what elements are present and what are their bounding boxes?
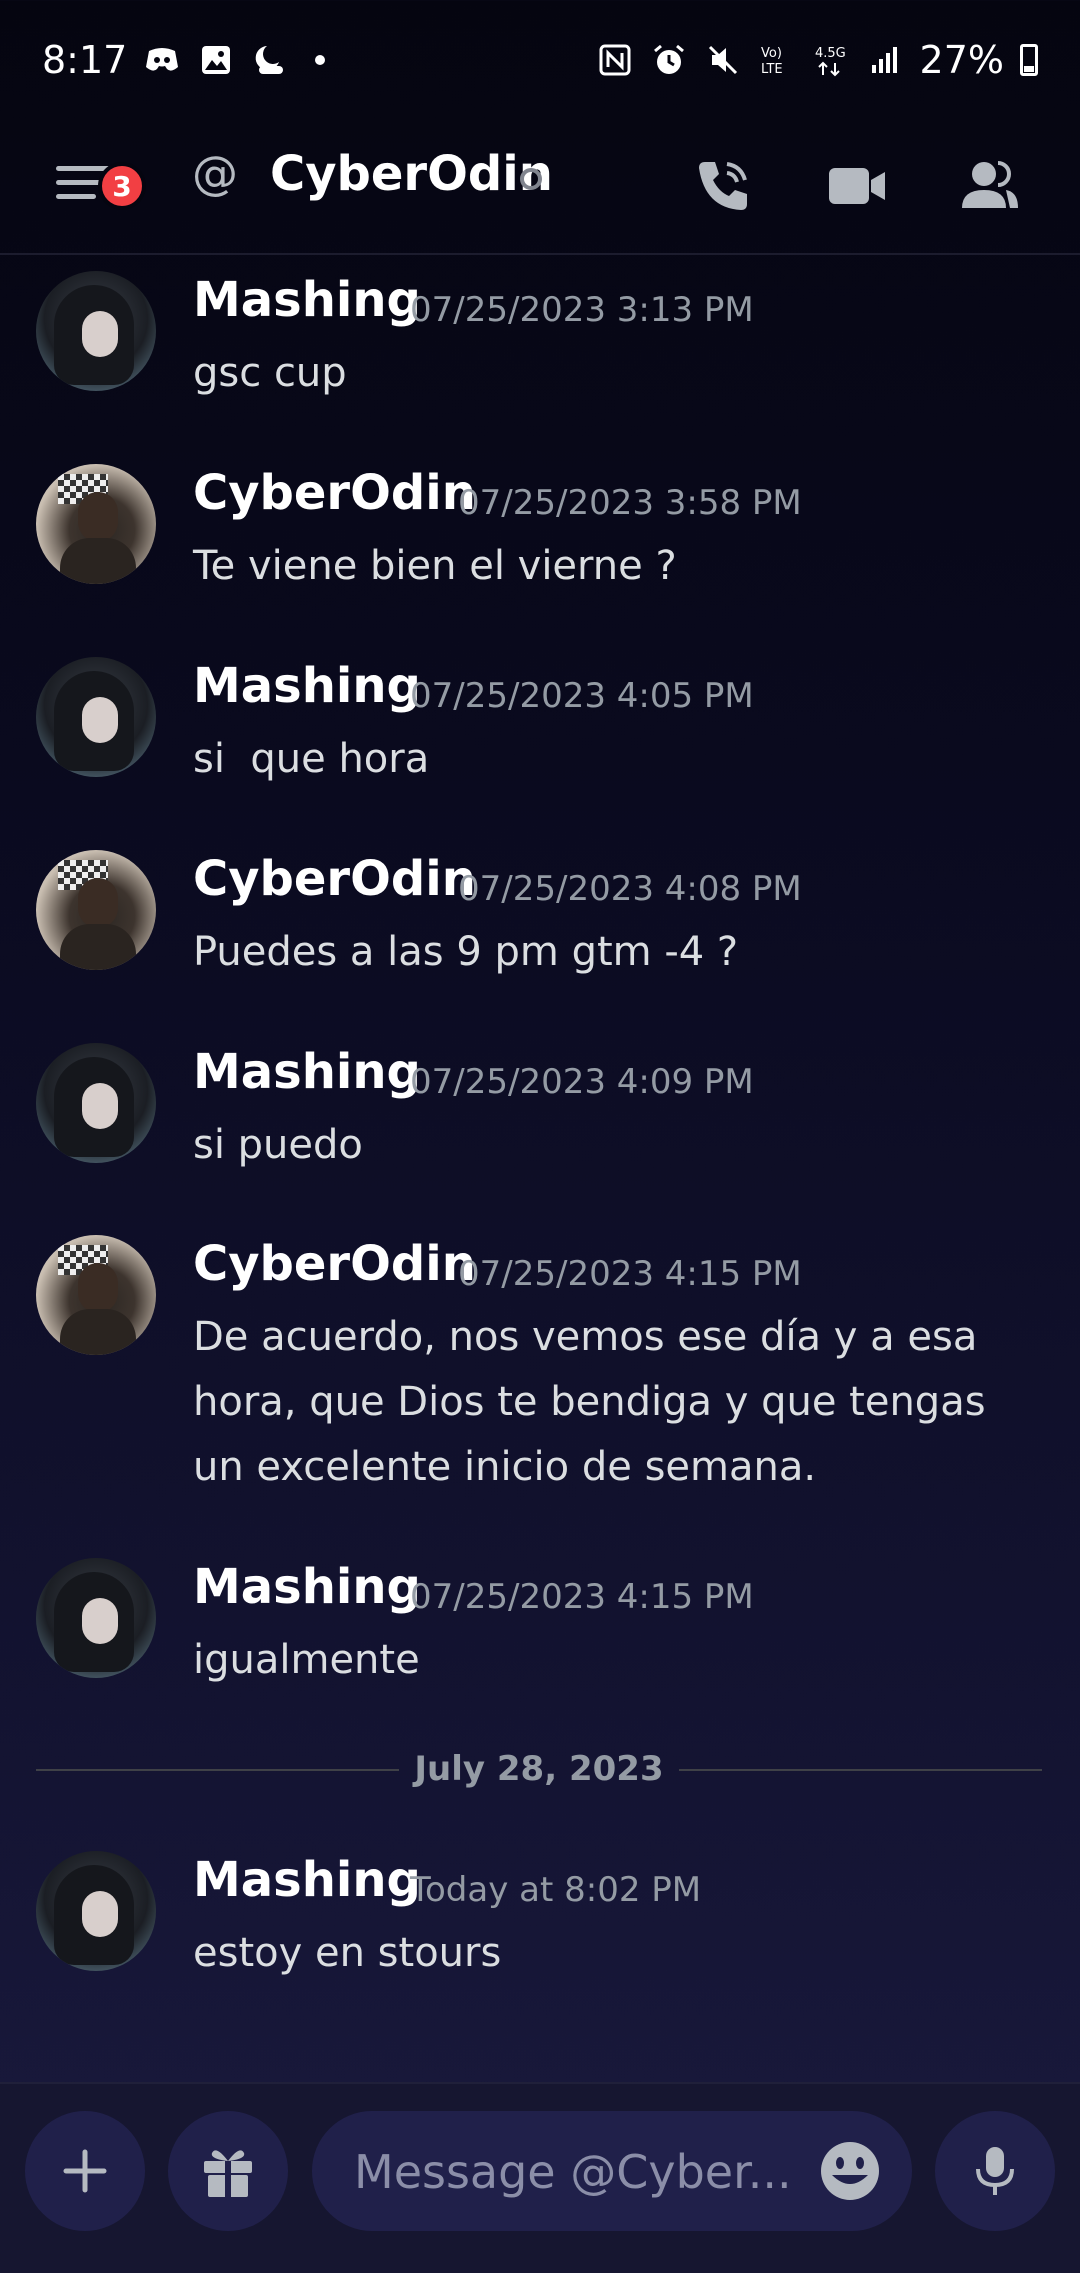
message-content: Te viene bien el vierne ?: [193, 543, 677, 589]
at-icon: @: [192, 146, 238, 200]
message-timestamp: 07/25/2023 4:05 PM: [410, 676, 754, 716]
message-author[interactable]: CyberOdin: [193, 851, 476, 907]
discord-notification-icon: [143, 41, 181, 79]
gift-icon: [204, 2150, 252, 2197]
message-author[interactable]: Mashing: [193, 1559, 421, 1615]
emoji-button[interactable]: [818, 2139, 882, 2203]
voice-call-button[interactable]: [683, 146, 763, 226]
message-input[interactable]: [352, 2111, 796, 2233]
message-author[interactable]: CyberOdin: [193, 465, 476, 521]
avatar-mashing[interactable]: [36, 1558, 156, 1678]
message-timestamp: 07/25/2023 3:58 PM: [458, 483, 802, 523]
avatar-mashing[interactable]: [36, 1851, 156, 1971]
volte-lte-icon: Vo) LTE: [758, 41, 796, 79]
message-author[interactable]: Mashing: [193, 1044, 421, 1100]
more-notifications-dot-icon: [315, 55, 326, 65]
nfc-icon: [596, 41, 634, 79]
members-icon: [962, 161, 1018, 208]
voice-message-button[interactable]: [935, 2111, 1055, 2231]
phone-call-icon: [699, 162, 747, 210]
plus-icon: [63, 2149, 107, 2193]
status-bar-left: 8:17: [42, 38, 326, 82]
alarm-icon: [650, 41, 688, 79]
message-content: estoy en stours: [193, 1930, 502, 1976]
channel-header: 3 @ CyberOdin: [0, 120, 1080, 255]
svg-text:Vo): Vo): [761, 46, 782, 61]
gift-button[interactable]: [168, 2111, 288, 2231]
date-divider-label: July 28, 2023: [414, 1749, 664, 1789]
message-content: si que hora: [193, 736, 430, 782]
message-timestamp: 07/25/2023 4:15 PM: [410, 1577, 754, 1617]
mute-icon: [704, 41, 742, 79]
message-author[interactable]: CyberOdin: [193, 1236, 476, 1292]
status-bar-right: Vo) LTE 4.5G 27%: [596, 38, 1038, 82]
message-content: gsc cup: [193, 350, 347, 396]
video-camera-icon: [829, 168, 885, 204]
message-composer: [0, 2082, 1080, 2273]
message-list[interactable]: Mashing 07/25/2023 3:13 PM gsc cup Cyber…: [0, 258, 1080, 2078]
weather-night-icon: [251, 41, 289, 79]
avatar-cyberodin[interactable]: [36, 1235, 156, 1355]
svg-text:4.5G: 4.5G: [815, 46, 846, 61]
message-author[interactable]: Mashing: [193, 272, 421, 328]
channel-title[interactable]: CyberOdin: [270, 146, 553, 202]
clock: 8:17: [42, 38, 128, 82]
message-author[interactable]: Mashing: [193, 1852, 421, 1908]
avatar-mashing[interactable]: [36, 1043, 156, 1163]
signal-strength-icon: [866, 41, 904, 79]
battery-icon: [1020, 44, 1038, 76]
message-timestamp: 07/25/2023 4:08 PM: [458, 869, 802, 909]
status-bar: 8:17 Vo) LTE 4.5G 27%: [0, 0, 1080, 120]
members-button[interactable]: [950, 146, 1030, 226]
avatar-mashing[interactable]: [36, 657, 156, 777]
message-timestamp: 07/25/2023 3:13 PM: [410, 290, 754, 330]
avatar-cyberodin[interactable]: [36, 464, 156, 584]
message-content: si puedo: [193, 1122, 363, 1168]
date-divider: July 28, 2023: [36, 1749, 1042, 1789]
message-content: Puedes a las 9 pm gtm -4 ?: [193, 929, 739, 975]
avatar-cyberodin[interactable]: [36, 850, 156, 970]
network-4-5g-icon: 4.5G: [812, 41, 850, 79]
svg-text:LTE: LTE: [761, 62, 783, 77]
avatar-mashing[interactable]: [36, 271, 156, 391]
microphone-icon: [976, 2147, 1014, 2195]
message-author[interactable]: Mashing: [193, 658, 421, 714]
message-input-container[interactable]: [312, 2111, 912, 2233]
emoji-icon: [821, 2142, 879, 2200]
message-timestamp: 07/25/2023 4:09 PM: [410, 1062, 754, 1102]
message-content: igualmente: [193, 1637, 420, 1683]
video-call-button[interactable]: [817, 146, 897, 226]
unread-badge: 3: [98, 162, 146, 210]
add-attachment-button[interactable]: [25, 2111, 145, 2231]
battery-percent: 27%: [919, 38, 1004, 82]
gallery-icon: [197, 41, 235, 79]
message-timestamp: 07/25/2023 4:15 PM: [458, 1254, 802, 1294]
offline-status-icon: [520, 168, 542, 190]
message-timestamp: Today at 8:02 PM: [410, 1870, 702, 1910]
message-content: De acuerdo, nos vemos ese día y a esa ho…: [193, 1314, 986, 1490]
